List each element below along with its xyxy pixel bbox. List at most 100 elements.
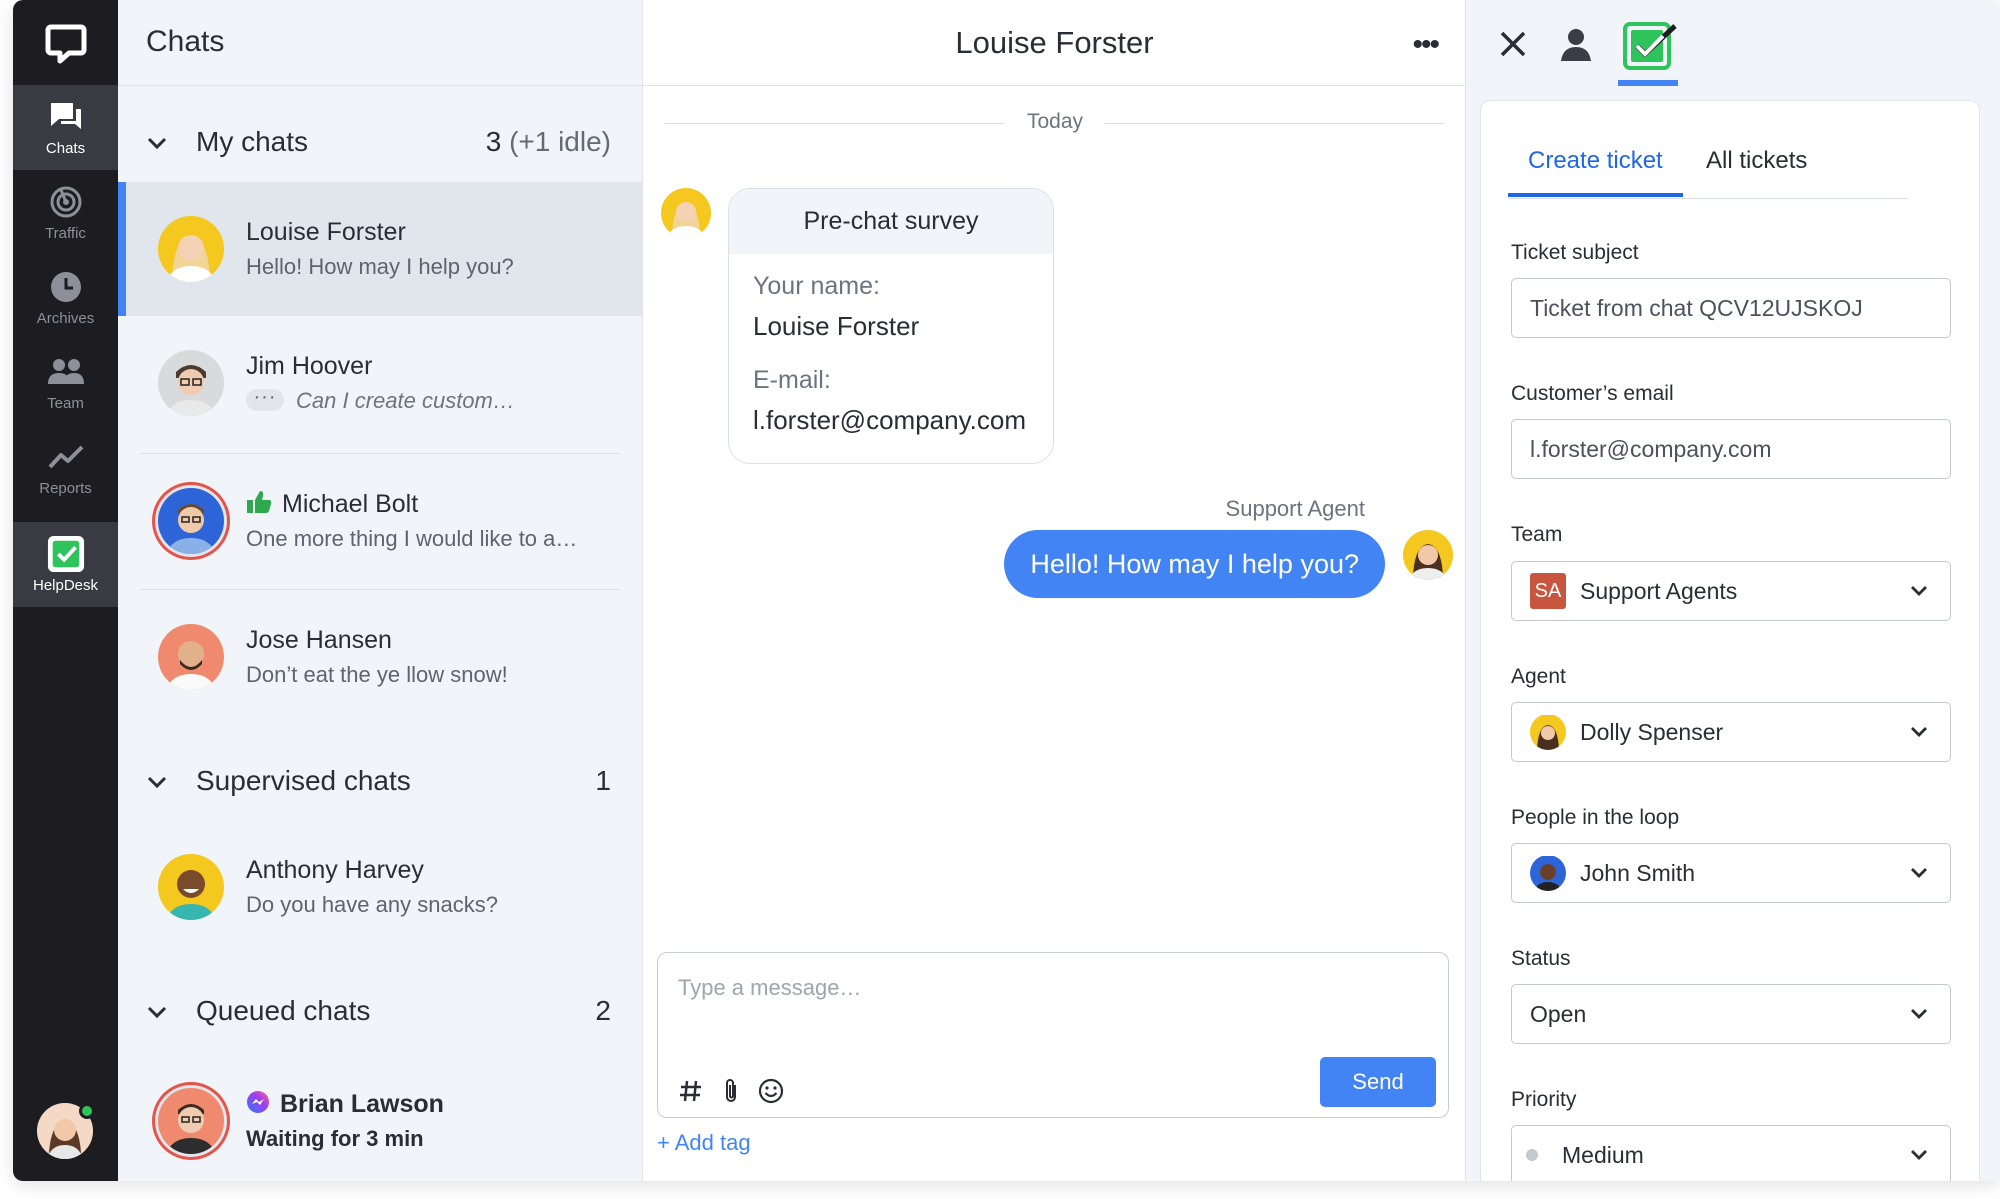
chat-header: Louise Forster ••• — [643, 0, 1466, 86]
chevron-down-icon — [1911, 868, 1927, 878]
thumbs-up-icon — [247, 491, 272, 514]
ticket-tabs: Create ticket All tickets — [1508, 139, 1908, 199]
customer-email-input[interactable]: l.forster@company.com — [1511, 419, 1951, 479]
chat-list-header: Chats — [118, 0, 643, 86]
attachment-icon[interactable] — [720, 1077, 742, 1105]
agent-message-bubble: Hello! How may I help you? — [1004, 530, 1385, 598]
avatar — [158, 216, 224, 282]
app-logo[interactable] — [13, 0, 118, 85]
nav-rail: Chats Traffic Archives Team Reports Help… — [13, 0, 118, 1181]
ticket-subject-input[interactable]: Ticket from chat QCV12UJSKOJ — [1511, 278, 1951, 338]
status-label: Status — [1511, 947, 1571, 970]
customer-avatar — [661, 188, 711, 238]
details-toolbar — [1466, 0, 2000, 86]
day-separator: Today — [665, 110, 1445, 138]
send-button[interactable]: Send — [1320, 1057, 1436, 1107]
typing-indicator-icon: ··· — [246, 387, 284, 412]
priority-dot-icon — [1526, 1148, 1538, 1161]
details-panel: Create ticket All tickets Ticket subject… — [1466, 0, 2000, 1181]
pre-chat-survey-card: Pre-chat survey Your name: Louise Forste… — [728, 188, 1054, 464]
more-options-icon[interactable]: ••• — [1412, 28, 1439, 62]
section-supervised-chats[interactable]: Supervised chats 1 — [118, 753, 643, 813]
agent-select[interactable]: Dolly Spenser — [1511, 702, 1951, 762]
nav-item-chats[interactable]: Chats — [13, 85, 118, 170]
priority-select[interactable]: Medium — [1511, 1125, 1951, 1181]
chat-list-panel: Chats My chats 3 (+1 idle) Louise Forste… — [118, 0, 643, 1181]
online-status-dot — [79, 1103, 95, 1119]
customer-email-label: Customer’s email — [1511, 382, 1674, 405]
avatar — [158, 350, 224, 416]
message-author: Support Agent — [1225, 496, 1365, 521]
team-select[interactable]: SA Support Agents — [1511, 561, 1951, 621]
people-in-loop-select[interactable]: John Smith — [1511, 843, 1951, 903]
chat-row-jose-hansen[interactable]: Jose Hansen Don’t eat the ye llow snow! — [118, 590, 643, 724]
hashtag-icon[interactable] — [678, 1078, 704, 1104]
chat-row-anthony-harvey[interactable]: Anthony Harvey Do you have any snacks? — [118, 820, 643, 954]
team-badge: SA — [1530, 572, 1566, 609]
chat-row-louise-forster[interactable]: Louise Forster Hello! How may I help you… — [118, 182, 643, 316]
team-icon — [47, 353, 85, 391]
nav-item-reports[interactable]: Reports — [13, 425, 118, 510]
archives-icon — [47, 268, 85, 306]
section-queued-chats[interactable]: Queued chats 2 — [118, 983, 643, 1043]
chat-bubble-logo-icon — [45, 24, 86, 63]
add-tag-link[interactable]: + Add tag — [657, 1130, 751, 1156]
chat-pane: Louise Forster ••• Today Pre-chat survey… — [643, 0, 1466, 1181]
nav-item-team[interactable]: Team — [13, 340, 118, 425]
people-in-loop-label: People in the loop — [1511, 806, 1680, 829]
survey-name-value: Louise Forster — [753, 311, 920, 341]
tab-all-tickets[interactable]: All tickets — [1686, 139, 1827, 197]
emoji-icon[interactable] — [758, 1078, 784, 1104]
helpdesk-icon — [47, 535, 85, 573]
ticket-subject-label: Ticket subject — [1511, 241, 1639, 264]
chevron-down-icon — [147, 137, 167, 150]
active-tool-indicator — [1618, 80, 1678, 86]
chat-row-brian-lawson[interactable]: Brian Lawson Waiting for 3 min — [118, 1054, 643, 1181]
survey-title: Pre-chat survey — [729, 189, 1053, 254]
survey-name-label: Your name: — [753, 272, 880, 300]
team-label: Team — [1511, 523, 1563, 546]
message-composer[interactable]: Type a message… Send — [657, 952, 1449, 1118]
chat-row-name: Michael Bolt — [246, 490, 418, 519]
priority-label: Priority — [1511, 1088, 1577, 1111]
ticket-form: Create ticket All tickets Ticket subject… — [1480, 100, 1980, 1181]
chevron-down-icon — [1911, 1150, 1927, 1160]
chevron-down-icon — [147, 776, 167, 789]
separator-line — [1105, 123, 1445, 124]
avatar — [158, 854, 224, 920]
chat-row-name: Brian Lawson — [246, 1090, 444, 1119]
chevron-down-icon — [147, 1006, 167, 1019]
nav-item-archives[interactable]: Archives — [13, 255, 118, 340]
agent-avatar — [1403, 530, 1453, 580]
reports-icon — [47, 438, 85, 476]
avatar — [158, 624, 224, 690]
chat-list-title: Chats — [146, 25, 225, 58]
agent-label: Agent — [1511, 665, 1566, 688]
avatar — [158, 1088, 224, 1154]
chats-icon — [47, 98, 85, 136]
status-select[interactable]: Open — [1511, 984, 1951, 1044]
chat-title: Louise Forster — [955, 25, 1154, 60]
traffic-icon — [47, 183, 85, 221]
tab-create-ticket[interactable]: Create ticket — [1508, 139, 1683, 197]
chat-row-jim-hoover[interactable]: Jim Hoover ··· Can I create custom… — [118, 316, 643, 450]
my-chats-count: 3 (+1 idle) — [485, 126, 611, 157]
message-input[interactable]: Type a message… — [678, 975, 861, 1001]
customer-details-icon[interactable] — [1554, 22, 1598, 66]
nav-item-traffic[interactable]: Traffic — [13, 170, 118, 255]
person-avatar — [1530, 855, 1566, 891]
survey-email-value: l.forster@company.com — [753, 405, 1026, 435]
avatar — [158, 488, 224, 554]
section-my-chats[interactable]: My chats 3 (+1 idle) — [118, 114, 643, 174]
chat-row-michael-bolt[interactable]: Michael Bolt One more thing I would like… — [118, 454, 643, 588]
nav-item-helpdesk[interactable]: HelpDesk — [13, 522, 118, 607]
chevron-down-icon — [1911, 586, 1927, 596]
current-user-avatar[interactable] — [37, 1103, 95, 1159]
messenger-icon — [247, 1091, 269, 1114]
survey-email-label: E-mail: — [753, 366, 831, 394]
typing-preview: ··· Can I create custom… — [246, 387, 515, 414]
chevron-down-icon — [1911, 727, 1927, 737]
close-icon[interactable] — [1491, 22, 1535, 66]
helpdesk-icon[interactable] — [1623, 18, 1679, 74]
chevron-down-icon — [1911, 1009, 1927, 1019]
